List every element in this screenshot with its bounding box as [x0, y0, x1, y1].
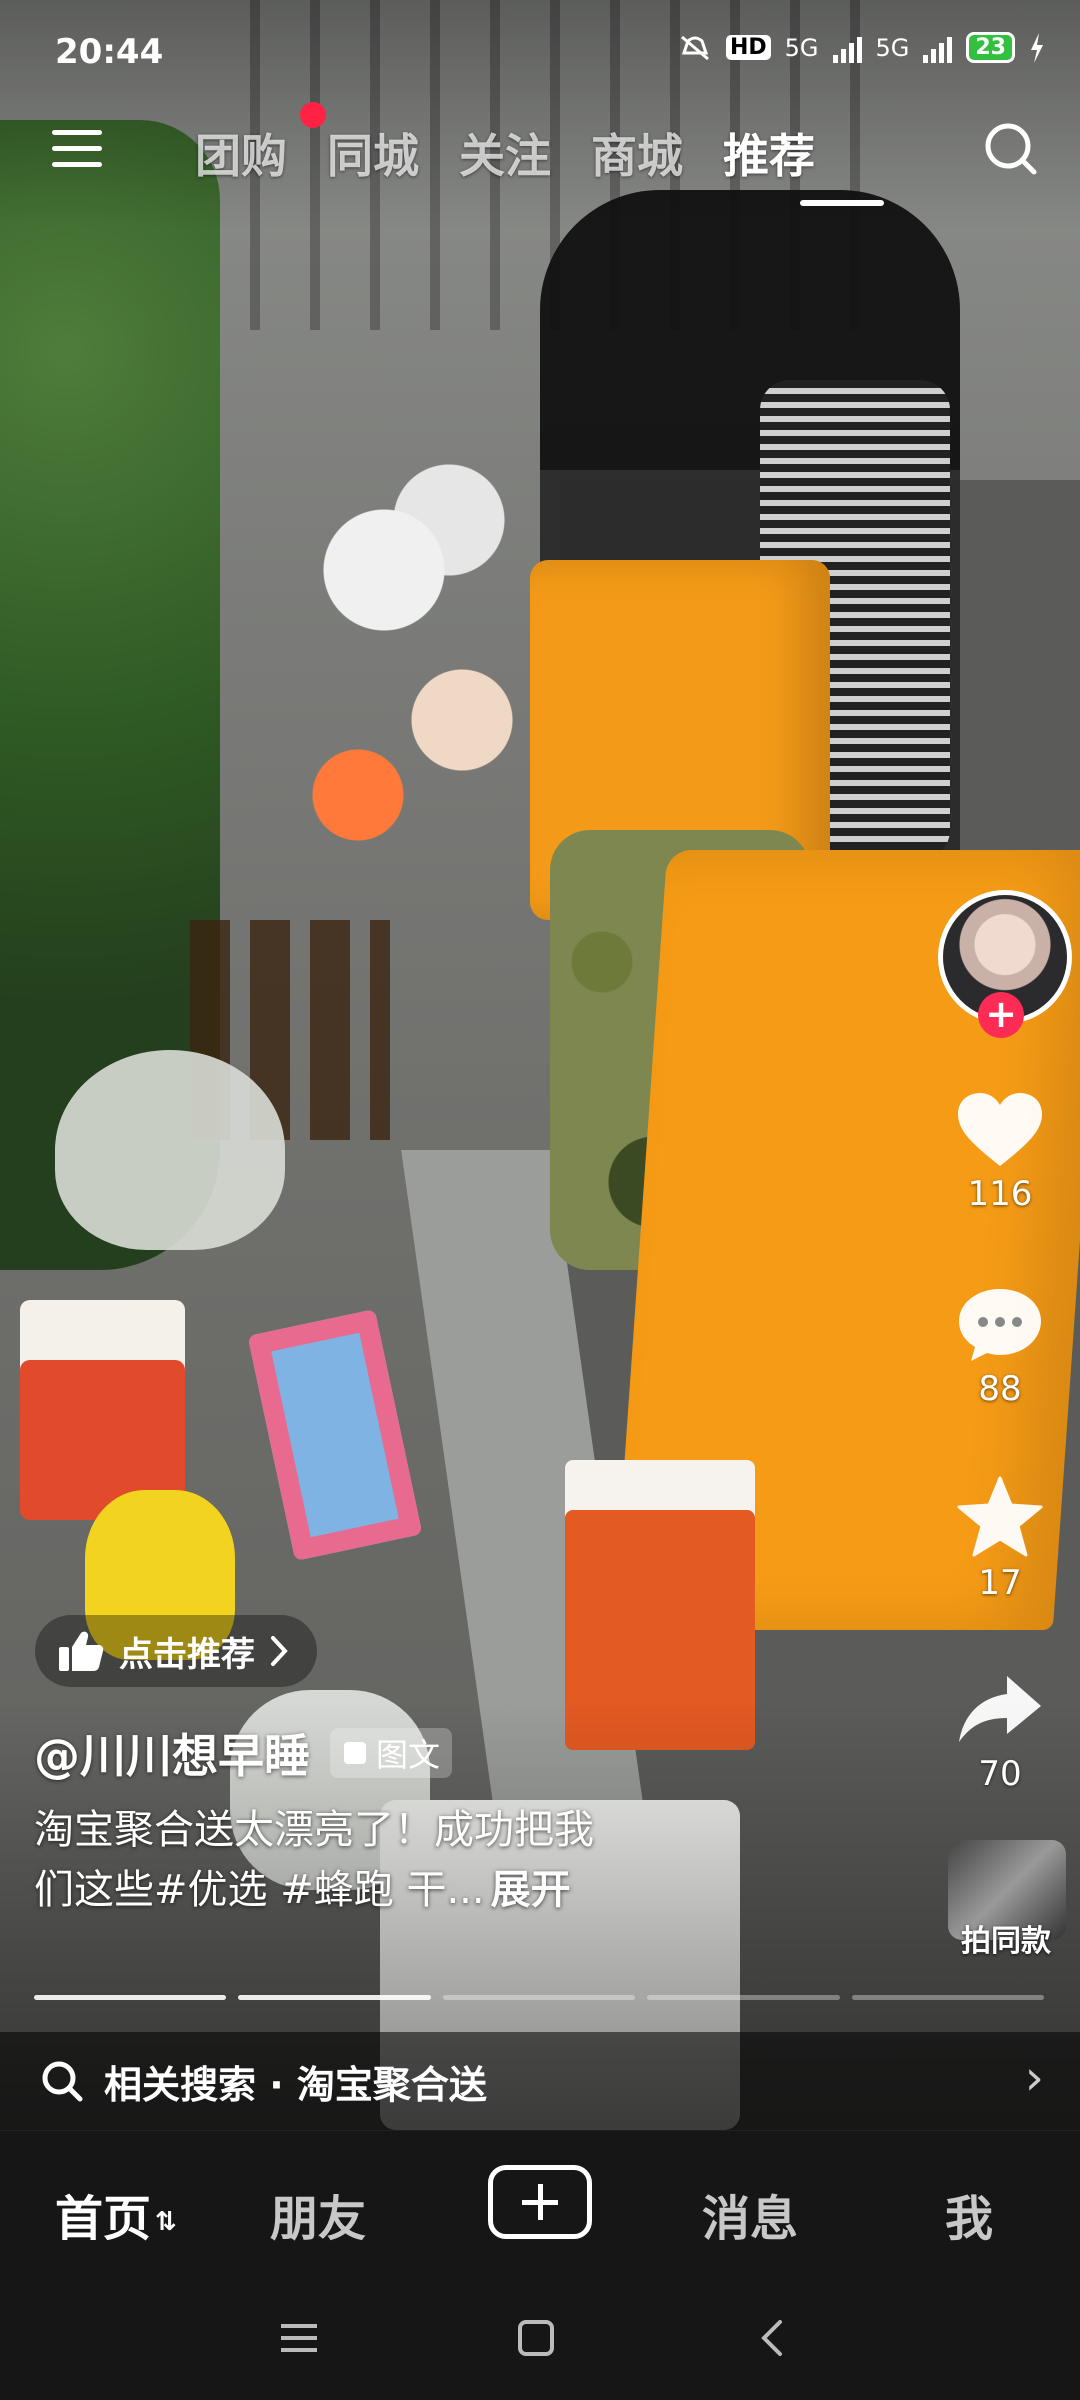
signal-icon-2 — [923, 33, 953, 63]
tab-recommend[interactable]: 推荐 — [723, 120, 815, 186]
carousel-progress — [34, 1995, 1045, 2000]
menu-lines-icon[interactable] — [278, 2318, 320, 2358]
status-time: 20:44 — [55, 32, 164, 72]
caption-line-1: 淘宝聚合送太漂亮了！成功把我 — [34, 1807, 594, 1853]
photo-blue-bag — [247, 1308, 423, 1562]
star-icon — [957, 1476, 1043, 1557]
author-row: @川川想早睡 图文 — [34, 1720, 453, 1786]
like-count: 116 — [967, 1174, 1033, 1214]
status-bar: 20:44 HD 5G 5G 23 — [0, 28, 1080, 78]
nav-home[interactable]: 首页 ⇅ — [55, 2179, 177, 2249]
photo-white-bag — [55, 1050, 285, 1250]
hd-badge: HD — [725, 35, 771, 60]
author-name[interactable]: @川川想早睡 — [34, 1720, 310, 1786]
comment-button[interactable]: 88 — [920, 1285, 1080, 1409]
follow-button[interactable]: + — [978, 992, 1024, 1038]
like-button[interactable]: 116 — [920, 1090, 1080, 1214]
comment-count: 88 — [978, 1369, 1022, 1409]
feed-tabs: 团购 同城 关注 商城 推荐 — [195, 120, 815, 186]
photo-red-bag — [20, 1300, 185, 1520]
signal-icon-1 — [832, 33, 862, 63]
recommend-label: 点击推荐 — [119, 1634, 255, 1675]
favorite-count: 17 — [978, 1563, 1022, 1603]
back-chevron-icon[interactable] — [756, 2318, 786, 2358]
create-post-button[interactable] — [488, 2165, 592, 2239]
carousel-segment — [34, 1995, 227, 2000]
search-icon[interactable] — [982, 120, 1038, 176]
caption-line-2: 们这些#优选 #蜂跑 干... — [34, 1867, 485, 1913]
chevron-right-icon — [271, 1636, 288, 1666]
tab-following[interactable]: 关注 — [459, 120, 551, 186]
nav-home-label: 首页 — [55, 2191, 152, 2247]
comment-icon — [959, 1289, 1041, 1361]
active-tab-indicator — [800, 200, 884, 206]
post-type-label: 图文 — [376, 1736, 441, 1774]
thumbs-up-icon — [59, 1631, 104, 1671]
charging-icon — [1031, 32, 1043, 63]
recommend-pill[interactable]: 点击推荐 — [35, 1615, 317, 1687]
carousel-segment — [442, 1995, 636, 2000]
heart-icon — [958, 1093, 1042, 1166]
nav-messages[interactable]: 消息 — [702, 2179, 798, 2249]
chevron-right-icon-related: › — [1024, 2050, 1044, 2106]
tab-group-buy[interactable]: 团购 — [195, 120, 287, 186]
menu-icon[interactable] — [52, 130, 102, 174]
caption-line-2-wrap: 们这些#优选 #蜂跑 干... 展开 — [34, 1860, 814, 1920]
post-type-badge: 图文 — [330, 1728, 453, 1778]
tab-mall[interactable]: 商城 — [591, 120, 683, 186]
mute-icon — [680, 35, 709, 60]
bottom-nav: 首页 ⇅ 朋友 消息 我 — [0, 2130, 1080, 2281]
expand-link[interactable]: 展开 — [491, 1867, 571, 1913]
refresh-toggle-icon: ⇅ — [155, 2207, 177, 2237]
battery-indicator: 23 — [966, 32, 1015, 63]
carousel-segment — [238, 1995, 431, 2000]
image-text-icon — [344, 1742, 366, 1764]
photo-bags-cluster — [280, 420, 540, 920]
share-button[interactable]: 70 — [920, 1670, 1080, 1794]
post-caption[interactable]: 淘宝聚合送太漂亮了！成功把我 们这些#优选 #蜂跑 干... 展开 — [34, 1800, 814, 1920]
network-label-2: 5G — [875, 33, 910, 62]
status-icons: HD 5G 5G 23 — [678, 32, 1045, 63]
search-icon-small — [42, 2061, 83, 2102]
related-search-label: 相关搜索 · 淘宝聚合送 — [104, 2062, 487, 2107]
share-arrow-icon — [959, 1676, 1041, 1742]
top-nav: 团购 同城 关注 商城 推荐 — [0, 102, 1080, 206]
nav-me[interactable]: 我 — [945, 2179, 993, 2249]
nav-friends[interactable]: 朋友 — [270, 2179, 366, 2249]
network-label-1: 5G — [784, 33, 819, 62]
home-square-icon[interactable] — [516, 2318, 556, 2358]
same-style-label[interactable]: 拍同款 — [920, 1916, 1080, 1960]
share-count: 70 — [978, 1754, 1022, 1794]
carousel-segment — [851, 1995, 1045, 2000]
tab-local[interactable]: 同城 — [327, 120, 419, 186]
favorite-button[interactable]: 17 — [920, 1475, 1080, 1603]
related-search-bar[interactable]: 相关搜索 · 淘宝聚合送 › — [0, 2032, 1080, 2130]
carousel-segment — [647, 1995, 840, 2000]
system-nav-bar — [0, 2280, 1080, 2400]
